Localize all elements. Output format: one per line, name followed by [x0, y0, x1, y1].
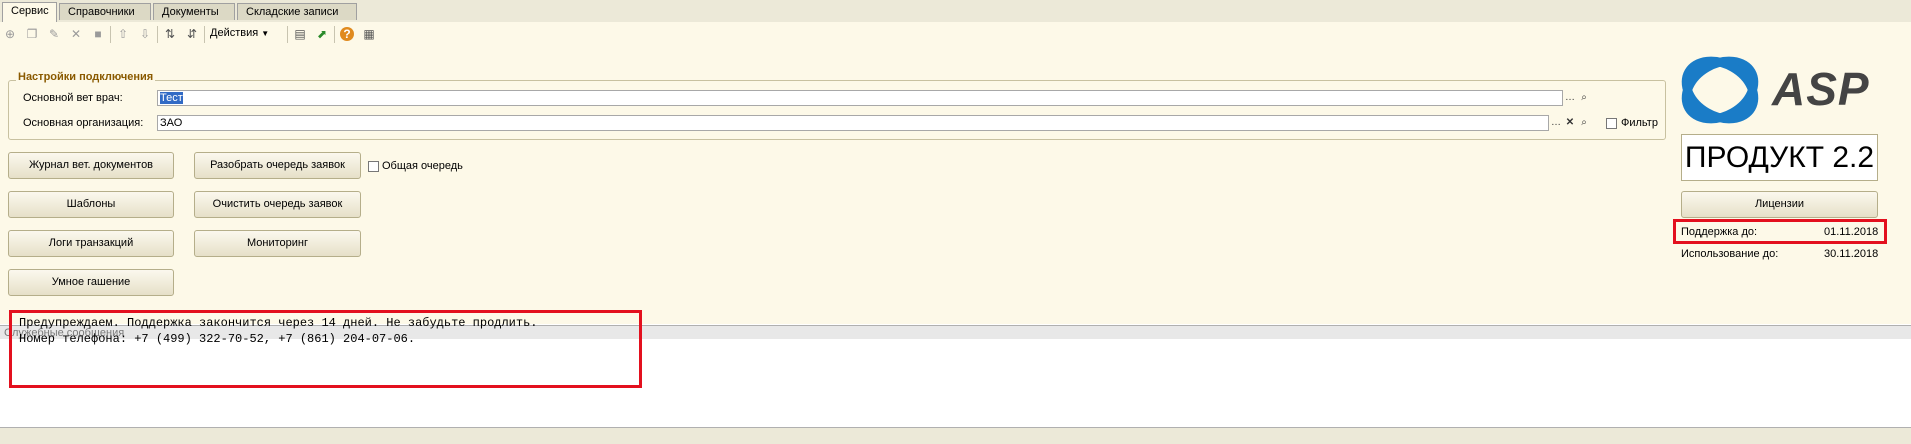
select-ellipsis-icon[interactable]: … — [1549, 116, 1563, 130]
general-queue-checkbox[interactable] — [368, 161, 379, 172]
sort-asc-icon[interactable]: ⇅ — [163, 27, 177, 41]
support-date: 01.11.2018 — [1824, 226, 1879, 238]
tab-references[interactable]: Справочники — [59, 3, 151, 20]
copy-icon[interactable]: ❐ — [25, 27, 39, 41]
save-icon[interactable]: ■ — [91, 27, 105, 41]
settings-icon[interactable]: ▦ — [362, 27, 376, 41]
edit-icon[interactable]: ✎ — [47, 27, 61, 41]
chevron-down-icon: ▼ — [261, 29, 270, 38]
parse-queue-button[interactable]: Разобрать очередь заявок — [194, 152, 361, 179]
filter-checkbox[interactable] — [1606, 118, 1617, 129]
help-icon[interactable]: ? — [340, 27, 354, 41]
logo-text: ASP — [1772, 63, 1870, 115]
usage-date: 30.11.2018 — [1824, 248, 1879, 260]
search-icon[interactable]: ⌕ — [1577, 91, 1591, 105]
licenses-button[interactable]: Лицензии — [1681, 191, 1878, 218]
tab-service[interactable]: Сервис — [2, 2, 57, 22]
connection-settings-group — [8, 80, 1666, 140]
org-label: Основная организация: — [23, 117, 144, 129]
support-label: Поддержка до: — [1681, 226, 1758, 238]
clear-icon[interactable]: ✕ — [1563, 116, 1577, 130]
horizontal-scrollbar[interactable] — [0, 427, 1911, 444]
vet-label: Основной вет врач: — [23, 92, 123, 104]
move-up-icon[interactable]: ⇧ — [116, 27, 130, 41]
usage-label: Использование до: — [1681, 248, 1779, 260]
smart-repay-button[interactable]: Умное гашение — [8, 269, 174, 296]
asp-logo-icon — [1680, 55, 1760, 125]
sort-desc-icon[interactable]: ⇵ — [185, 27, 199, 41]
org-field[interactable]: ЗАО — [157, 115, 1549, 131]
journal-button[interactable]: Журнал вет. документов — [8, 152, 174, 179]
clear-queue-button[interactable]: Очистить очередь заявок — [194, 191, 361, 218]
add-icon[interactable]: ⊕ — [3, 27, 17, 41]
select-ellipsis-icon[interactable]: … — [1563, 91, 1577, 105]
vet-field[interactable]: Тест — [157, 90, 1563, 106]
message-line-1: Предупреждаем. Поддержка закончится чере… — [19, 316, 538, 330]
print-icon[interactable]: ▤ — [293, 27, 307, 41]
tab-documents[interactable]: Документы — [153, 3, 235, 20]
monitoring-button[interactable]: Мониторинг — [194, 230, 361, 257]
tab-bar: Сервис Справочники Документы Складские з… — [0, 0, 1911, 23]
move-down-icon[interactable]: ⇩ — [138, 27, 152, 41]
message-line-2: Номер телефона: +7 (499) 322-70-52, +7 (… — [19, 332, 416, 346]
actions-menu[interactable]: Действия ▼ — [210, 27, 269, 39]
delete-icon[interactable]: ✕ — [69, 27, 83, 41]
search-icon[interactable]: ⌕ — [1577, 116, 1591, 130]
product-name: ПРОДУКТ 2.2 — [1681, 134, 1878, 181]
tab-warehouse-records[interactable]: Складские записи — [237, 3, 357, 20]
logs-button[interactable]: Логи транзакций — [8, 230, 174, 257]
export-icon[interactable]: ⬈ — [315, 27, 329, 41]
group-title: Настройки подключения — [16, 71, 156, 83]
filter-label: Фильтр — [1621, 117, 1658, 129]
templates-button[interactable]: Шаблоны — [8, 191, 174, 218]
general-queue-label: Общая очередь — [382, 160, 463, 172]
